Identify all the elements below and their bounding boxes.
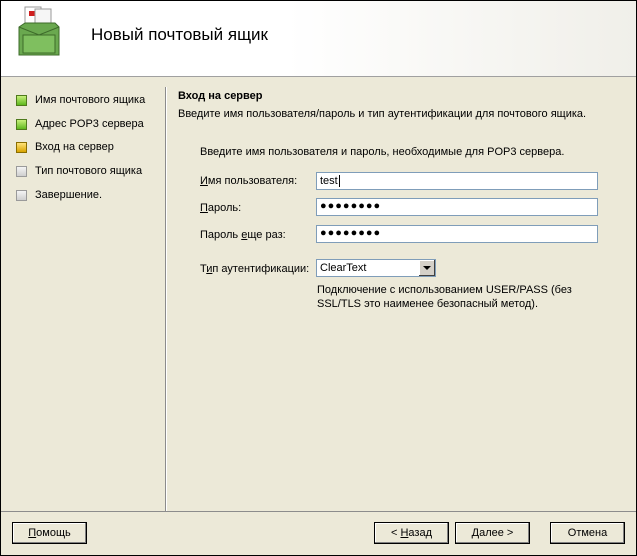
step-pending-icon	[16, 189, 27, 201]
wizard-header: Новый почтовый ящик	[1, 1, 636, 77]
help-text: омощь	[36, 527, 71, 539]
back-text: азад	[408, 527, 432, 539]
chevron-down-icon[interactable]	[418, 260, 435, 276]
username-input[interactable]: test	[316, 172, 598, 190]
back-button[interactable]: < Назад	[374, 522, 449, 544]
password-again-label: Пароль еще раз:	[200, 229, 286, 241]
help-accesskey: П	[28, 527, 37, 539]
password-label: Пароль:	[200, 202, 241, 214]
wizard-title: Новый почтовый ящик	[91, 25, 268, 44]
next-button[interactable]: Далее >	[455, 522, 530, 544]
password-again-value: ●●●●●●●●	[320, 227, 382, 239]
auth-type-note: Подключение с использованием USER/PASS (…	[317, 284, 572, 310]
step-mailbox-name: Имя почтового ящика	[16, 92, 145, 108]
step-label: Тип почтового ящика	[35, 165, 143, 177]
auth-type-label: Тип аутентификации:	[200, 263, 309, 275]
section-description: Введите имя пользователя/пароль и тип ау…	[178, 108, 587, 120]
footer-divider	[1, 511, 636, 512]
auth-type-value: ClearText	[320, 262, 367, 274]
username-label: Имя пользователя:	[200, 175, 297, 187]
mailbox-icon	[18, 6, 60, 56]
username-value: test	[320, 175, 338, 187]
text-caret	[338, 175, 340, 187]
password-again-label-text: Пароль	[200, 229, 242, 241]
step-label: Имя почтового ящика	[35, 94, 146, 106]
wizard-window: Новый почтовый ящик Имя почтового ящика …	[0, 0, 637, 556]
auth-type-select[interactable]: ClearText	[316, 259, 436, 277]
next-accesskey: Д	[471, 527, 480, 539]
step-label: Завершение.	[35, 189, 103, 201]
step-pop3-address: Адрес POP3 сервера	[16, 116, 144, 132]
password-again-label-text: ще раз:	[247, 229, 286, 241]
step-mailbox-type: Тип почтового ящика	[16, 163, 142, 179]
step-finish: Завершение.	[16, 187, 102, 203]
step-label: Адрес POP3 сервера	[35, 118, 144, 130]
step-current-icon	[16, 141, 27, 153]
step-pending-icon	[16, 165, 27, 177]
username-label-text: мя пользователя:	[207, 175, 298, 187]
username-label-accesskey: И	[200, 175, 208, 187]
step-server-login: Вход на сервер	[16, 139, 114, 155]
step-done-icon	[16, 94, 27, 106]
next-text: алее >	[479, 527, 514, 539]
vertical-divider	[165, 87, 167, 511]
step-label: Вход на сервер	[35, 141, 114, 153]
wizard-steps: Имя почтового ящика Адрес POP3 сервера В…	[1, 77, 165, 511]
password-input[interactable]: ●●●●●●●●	[316, 198, 598, 216]
password-label-text: ароль:	[207, 202, 242, 214]
section-title: Вход на сервер	[178, 90, 263, 102]
auth-label-text: п аутентификации:	[212, 263, 310, 275]
help-button[interactable]: Помощь	[12, 522, 87, 544]
password-value: ●●●●●●●●	[320, 200, 382, 212]
password-again-input[interactable]: ●●●●●●●●	[316, 225, 598, 243]
step-done-icon	[16, 118, 27, 130]
form-intro: Введите имя пользователя и пароль, необх…	[200, 146, 565, 158]
cancel-button[interactable]: Отмена	[550, 522, 625, 544]
password-label-accesskey: П	[200, 202, 208, 214]
